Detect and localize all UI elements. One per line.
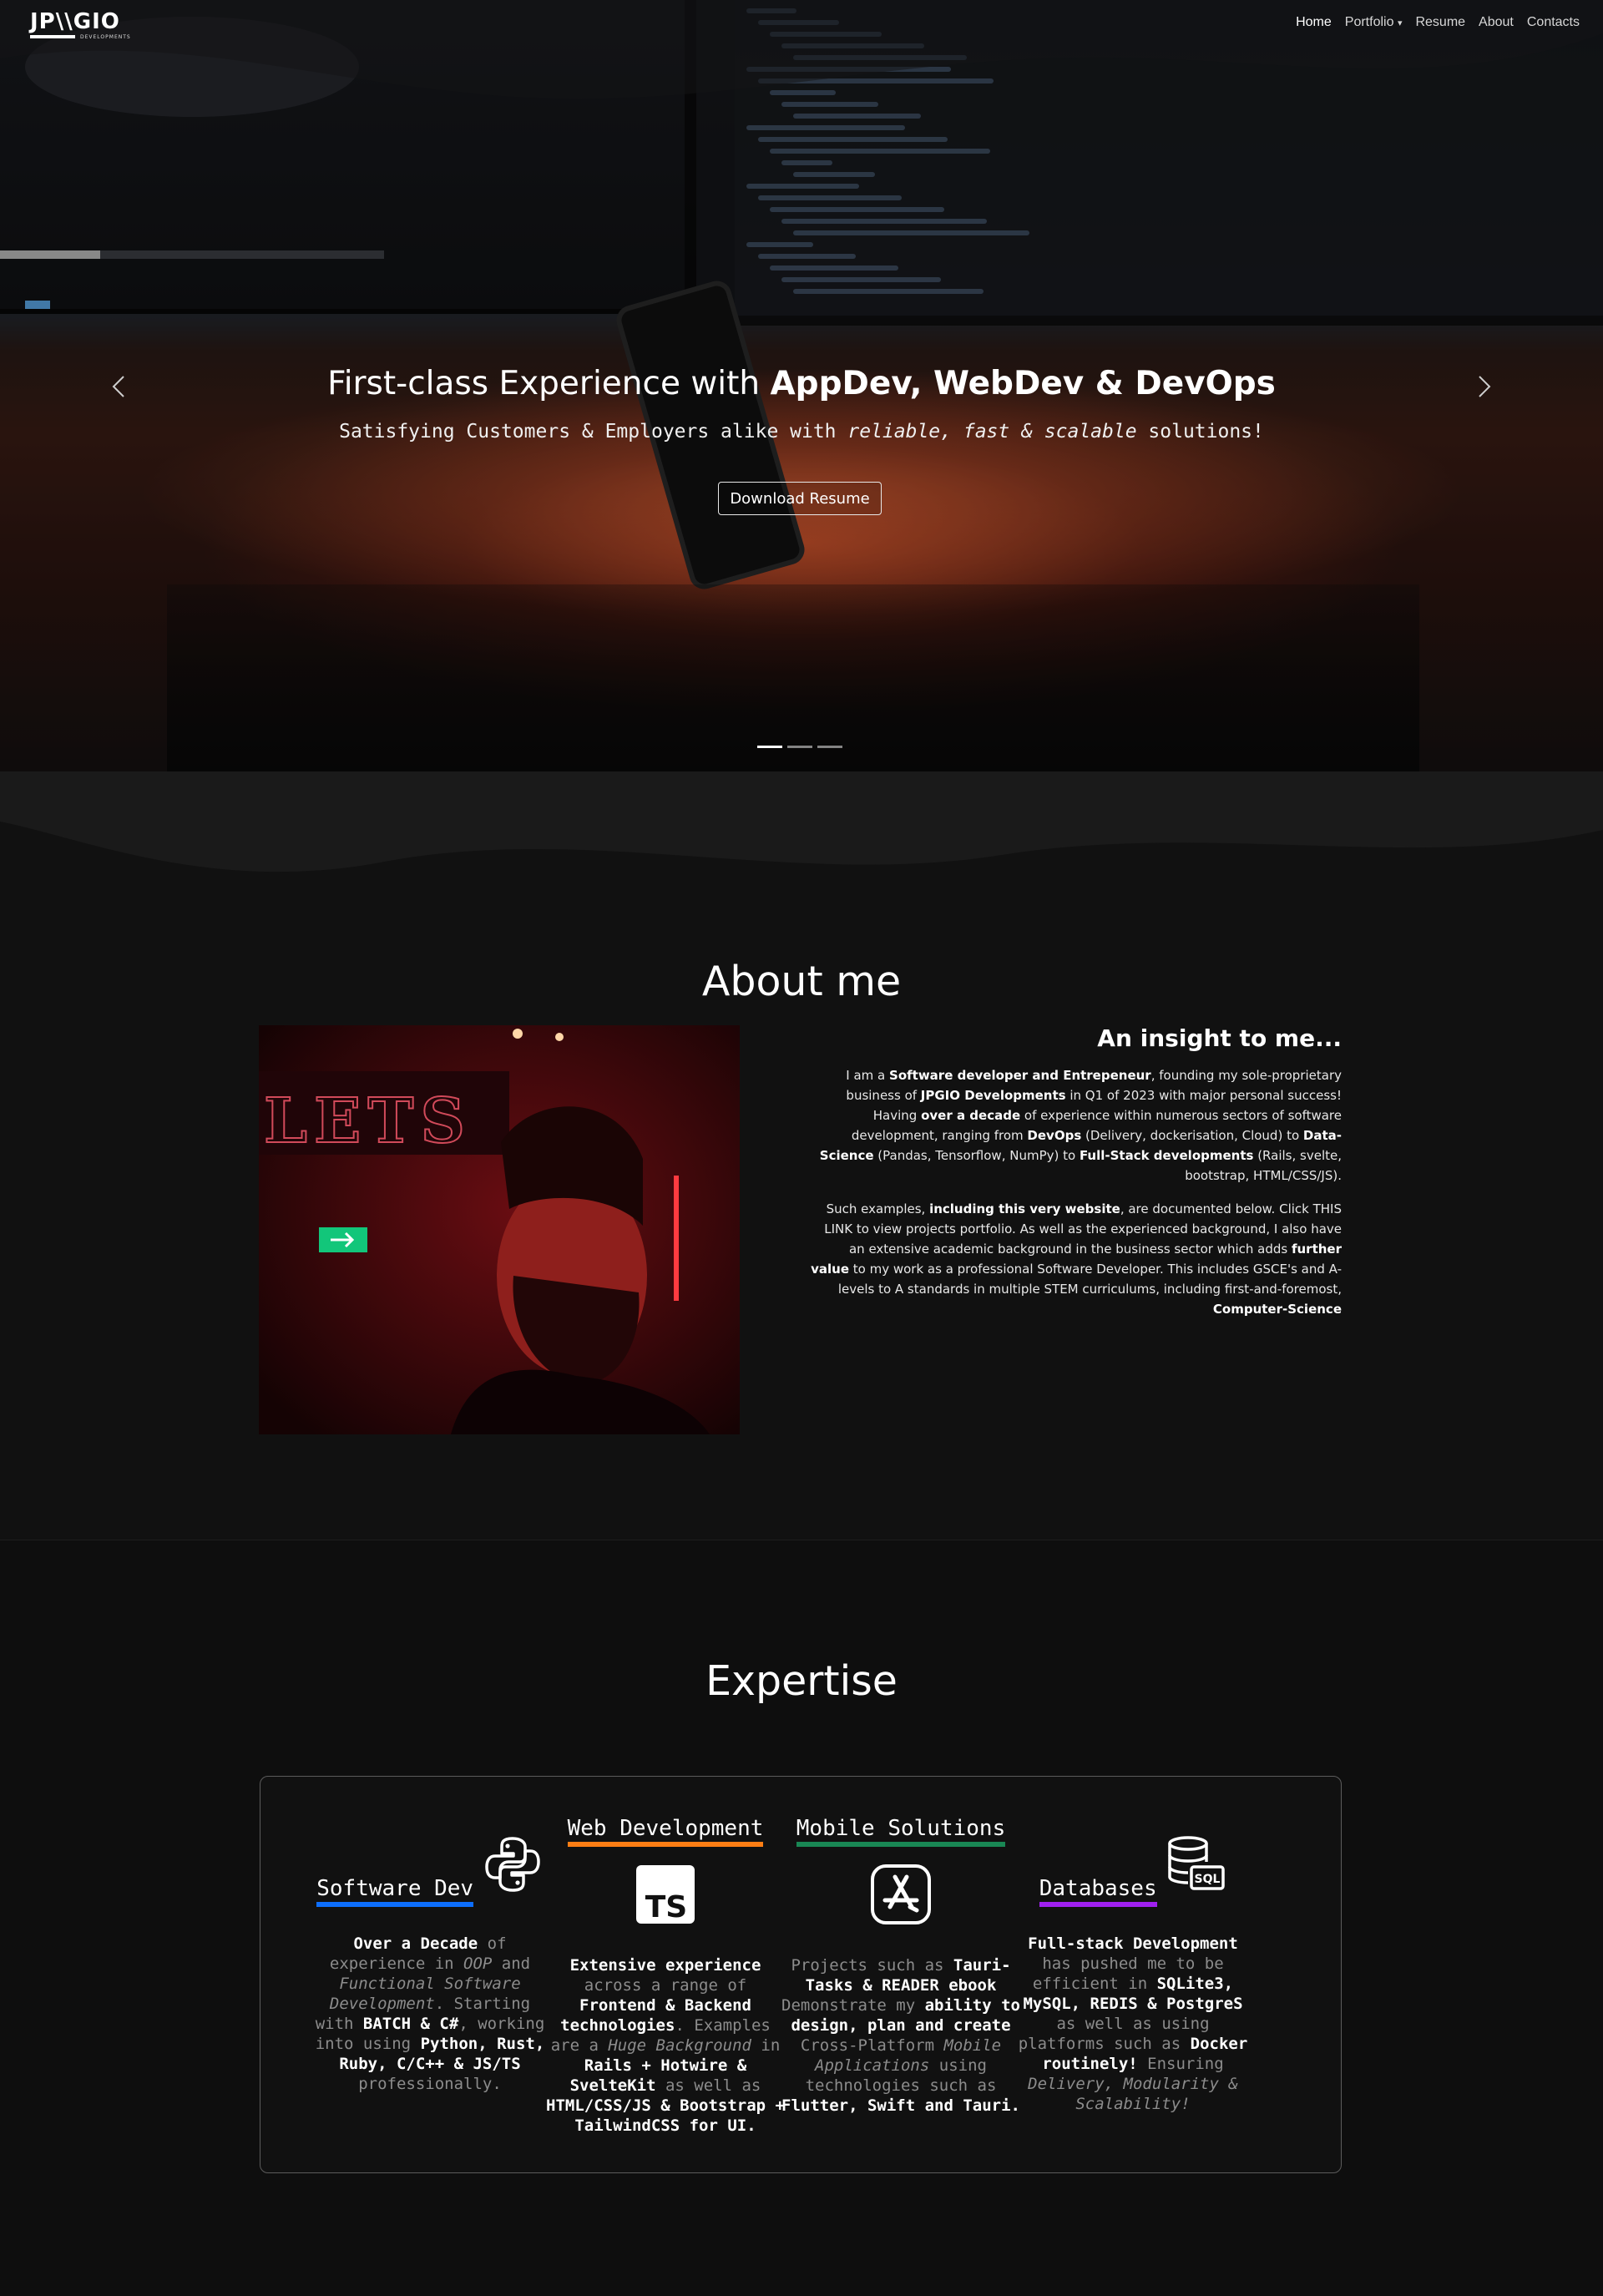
skill-description-segment: as well as using platforms such as <box>1018 2015 1210 2053</box>
skill-description-mobile-solutions: Projects such as Tauri-Tasks & READER eb… <box>780 1955 1022 2116</box>
about-paragraph-1-segment: Full-Stack developments <box>1079 1148 1254 1163</box>
about-paragraph-2-segment: to my work as a professional Software De… <box>837 1262 1342 1297</box>
skill-column-mobile-solutions: Mobile Solutions Projects such as Tauri-… <box>780 1817 1022 2116</box>
hero-title-plain: First-class Experience with <box>327 365 771 402</box>
skill-description-databases: Full-stack Development has pushed me to … <box>1012 1934 1254 2114</box>
skill-description-segment: BATCH & C# <box>362 2015 459 2033</box>
skill-description-segment: Ensuring <box>1137 2055 1224 2073</box>
expertise-heading: Expertise <box>705 1657 898 1705</box>
typescript-icon: TS <box>636 1865 695 1924</box>
nav-link-portfolio-label: Portfolio <box>1344 15 1394 29</box>
skill-description-segment: professionally. <box>358 2075 502 2093</box>
about-heading: About me <box>701 958 902 1005</box>
skill-description-software-dev: Over a Decade of experience in OOP and F… <box>309 1934 551 2094</box>
skill-description-segment: Projects such as <box>791 1956 953 1975</box>
nav-link-about[interactable]: About <box>1472 15 1520 30</box>
skill-description-segment: OOP <box>463 1955 493 1973</box>
skill-description-segment: HTML/CSS/JS & Bootstrap + TailwindCSS fo… <box>546 2096 785 2135</box>
skill-description-segment: Extensive experience <box>569 1956 761 1975</box>
skill-column-software-dev: Software Dev Over a Decade of experience… <box>309 1817 551 2094</box>
skill-description-segment: in <box>751 2036 781 2055</box>
hero-title-bold: AppDev, WebDev & DevOps <box>770 365 1276 402</box>
about-portrait-photo: LETS <box>259 1025 740 1434</box>
logo[interactable]: JP\\GIO DEVELOPMENTS <box>30 10 147 45</box>
app-store-icon <box>871 1864 931 1924</box>
skill-description-web-development: Extensive experience across a range of F… <box>544 1955 786 2136</box>
skill-description-segment: Cross-Platform <box>800 2036 944 2055</box>
skill-description-segment: Flutter, Swift and Tauri. <box>781 2096 1020 2115</box>
skill-title-web-development: Web Development <box>567 1817 764 1847</box>
about-paragraph-2-segment: including this very website <box>929 1201 1120 1216</box>
navbar: JP\\GIO DEVELOPMENTS Home Portfolio ▾ Re… <box>0 0 1603 50</box>
skill-description-segment: across a range of <box>584 1976 747 1995</box>
nav-link-contacts[interactable]: Contacts <box>1520 15 1586 30</box>
hero-subtitle-pre: Satisfying Customers & Employers alike w… <box>339 421 848 443</box>
sql-database-icon: SQL <box>1168 1836 1226 1890</box>
nav-links: Home Portfolio ▾ Resume About Contacts <box>1289 15 1586 30</box>
about-text-block: An insight to me... I am a Software deve… <box>810 1024 1342 1333</box>
skill-description-segment: Delivery, Modularity & Scalability! <box>1028 2075 1238 2113</box>
carousel-indicator[interactable] <box>787 746 812 748</box>
skill-description-segment: as well as <box>655 2076 761 2095</box>
skill-description-segment: Demonstrate my <box>781 1996 925 2015</box>
skill-description-segment: Over a Decade <box>353 1934 478 1953</box>
nav-link-resume[interactable]: Resume <box>1408 15 1472 30</box>
expertise-card: Software Dev Over a Decade of experience… <box>260 1776 1342 2173</box>
skill-description-segment: Huge Background <box>608 2036 751 2055</box>
logo-subtitle: DEVELOPMENTS <box>80 34 131 40</box>
chevron-down-icon: ▾ <box>1397 18 1403 28</box>
skill-description-segment: Full-stack Development <box>1028 1934 1238 1953</box>
carousel-indicator[interactable] <box>817 746 842 748</box>
carousel-indicator[interactable] <box>757 746 782 748</box>
about-paragraph-1-segment: (Pandas, Tensorflow, NumPy) to <box>873 1148 1080 1163</box>
about-subheading: An insight to me... <box>1097 1024 1342 1052</box>
skill-title-databases: Databases <box>1039 1877 1157 1907</box>
skill-title-software-dev: Software Dev <box>316 1877 474 1907</box>
about-paragraph-1-segment: Software developer and Entrepeneur <box>889 1068 1151 1083</box>
ts-badge-text: TS <box>645 1890 687 1924</box>
about-paragraph-1-segment: JPGIO Developments <box>920 1088 1066 1103</box>
hero-subtitle-italic: reliable, fast & scalable <box>847 421 1137 443</box>
about-paragraph-1: I am a Software developer and Entrepeneu… <box>810 1065 1342 1186</box>
skill-title-mobile-solutions: Mobile Solutions <box>796 1817 1006 1847</box>
nav-link-home[interactable]: Home <box>1289 15 1338 30</box>
skill-column-databases: Databases SQL Full-stack Development has… <box>1012 1817 1254 2114</box>
hero-title: First-class Experience with AppDev, WebD… <box>0 365 1603 402</box>
skill-description-segment: and <box>492 1955 531 1973</box>
about-paragraph-1-segment: DevOps <box>1027 1128 1082 1143</box>
about-paragraph-1-segment: I am a <box>846 1068 890 1083</box>
about-paragraph-2: Such examples, including this very websi… <box>810 1199 1342 1319</box>
download-resume-button[interactable]: Download Resume <box>718 482 882 515</box>
hero-carousel: JP\\GIO DEVELOPMENTS Home Portfolio ▾ Re… <box>0 0 1603 771</box>
skill-column-web-development: Web Development TS Extensive experience … <box>544 1817 786 2136</box>
logo-text: JP\\GIO <box>30 9 120 34</box>
about-top-wave <box>0 771 1603 872</box>
about-section: About me LETS An insight to me... I am a… <box>0 771 1603 1540</box>
carousel-next-arrow-icon[interactable] <box>1471 374 1496 399</box>
neon-sign-text: LETS <box>264 1085 472 1157</box>
about-paragraph-2-segment: Computer-Science <box>1212 1302 1342 1317</box>
hero-subtitle: Satisfying Customers & Employers alike w… <box>0 421 1603 443</box>
about-paragraph-1-segment: over a decade <box>921 1108 1021 1123</box>
carousel-indicators <box>757 746 842 748</box>
nav-link-portfolio[interactable]: Portfolio ▾ <box>1338 15 1409 30</box>
about-paragraph-1-segment: (Delivery, dockerisation, Cloud) to <box>1081 1128 1303 1143</box>
about-paragraph-2-segment: Such examples, <box>826 1201 930 1216</box>
logo-underline <box>30 35 75 38</box>
python-icon <box>484 1837 540 1892</box>
carousel-prev-arrow-icon[interactable] <box>107 374 132 399</box>
hero-subtitle-post: solutions! <box>1136 421 1264 443</box>
sql-badge-text: SQL <box>1195 1873 1221 1886</box>
portrait-illustration: LETS <box>259 1025 740 1434</box>
expertise-section: Expertise Software Dev Over a Decade of … <box>0 1540 1603 2296</box>
